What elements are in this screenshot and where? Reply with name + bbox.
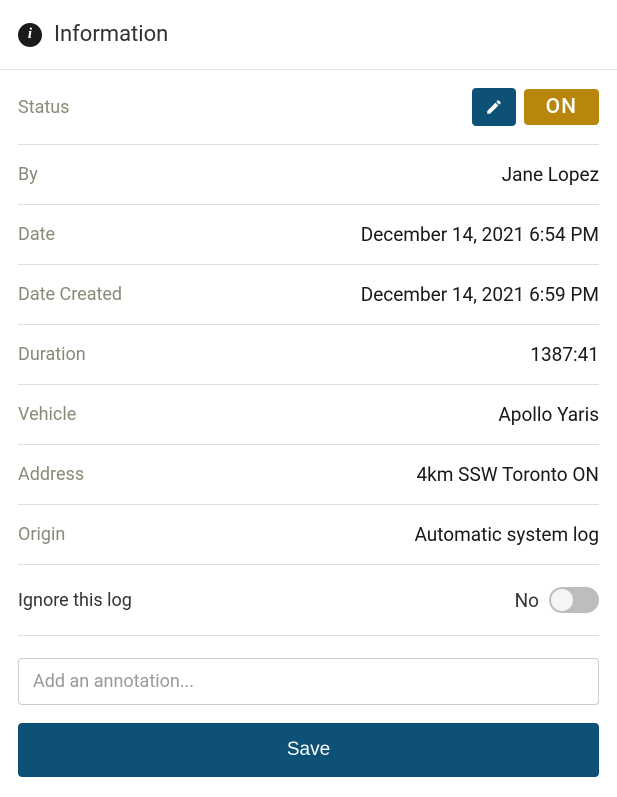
vehicle-row: Vehicle Apollo Yaris xyxy=(18,385,599,445)
duration-row: Duration 1387:41 xyxy=(18,325,599,385)
panel-title: Information xyxy=(54,22,168,47)
address-row: Address 4km SSW Toronto ON xyxy=(18,445,599,505)
panel-header: i Information xyxy=(0,0,617,70)
annotation-area xyxy=(18,636,599,723)
by-row: By Jane Lopez xyxy=(18,145,599,205)
address-value: 4km SSW Toronto ON xyxy=(417,463,600,486)
origin-label: Origin xyxy=(18,524,65,545)
status-label: Status xyxy=(18,97,69,118)
content-area: Status ON By Jane Lopez Date December 14… xyxy=(0,70,617,797)
date-created-value: December 14, 2021 6:59 PM xyxy=(361,283,599,306)
duration-label: Duration xyxy=(18,344,86,365)
date-row: Date December 14, 2021 6:54 PM xyxy=(18,205,599,265)
info-icon: i xyxy=(18,23,42,47)
save-button[interactable]: Save xyxy=(18,723,599,777)
by-value: Jane Lopez xyxy=(502,163,599,186)
pencil-icon xyxy=(485,98,503,116)
date-created-row: Date Created December 14, 2021 6:59 PM xyxy=(18,265,599,325)
ignore-value-label: No xyxy=(515,589,539,612)
duration-value: 1387:41 xyxy=(530,343,599,366)
ignore-label: Ignore this log xyxy=(18,590,132,611)
address-label: Address xyxy=(18,464,84,485)
by-label: By xyxy=(18,164,38,185)
edit-status-button[interactable] xyxy=(472,88,516,126)
ignore-row: Ignore this log No xyxy=(18,565,599,636)
vehicle-value: Apollo Yaris xyxy=(498,403,599,426)
vehicle-label: Vehicle xyxy=(18,404,76,425)
status-badge: ON xyxy=(524,89,599,125)
annotation-input[interactable] xyxy=(18,658,599,705)
ignore-toggle[interactable] xyxy=(549,587,599,613)
toggle-knob xyxy=(551,589,573,611)
status-controls: ON xyxy=(472,88,599,126)
date-created-label: Date Created xyxy=(18,284,122,305)
status-row: Status ON xyxy=(18,70,599,145)
origin-value: Automatic system log xyxy=(414,523,599,546)
date-value: December 14, 2021 6:54 PM xyxy=(361,223,599,246)
ignore-toggle-group: No xyxy=(515,587,599,613)
date-label: Date xyxy=(18,224,55,245)
origin-row: Origin Automatic system log xyxy=(18,505,599,565)
